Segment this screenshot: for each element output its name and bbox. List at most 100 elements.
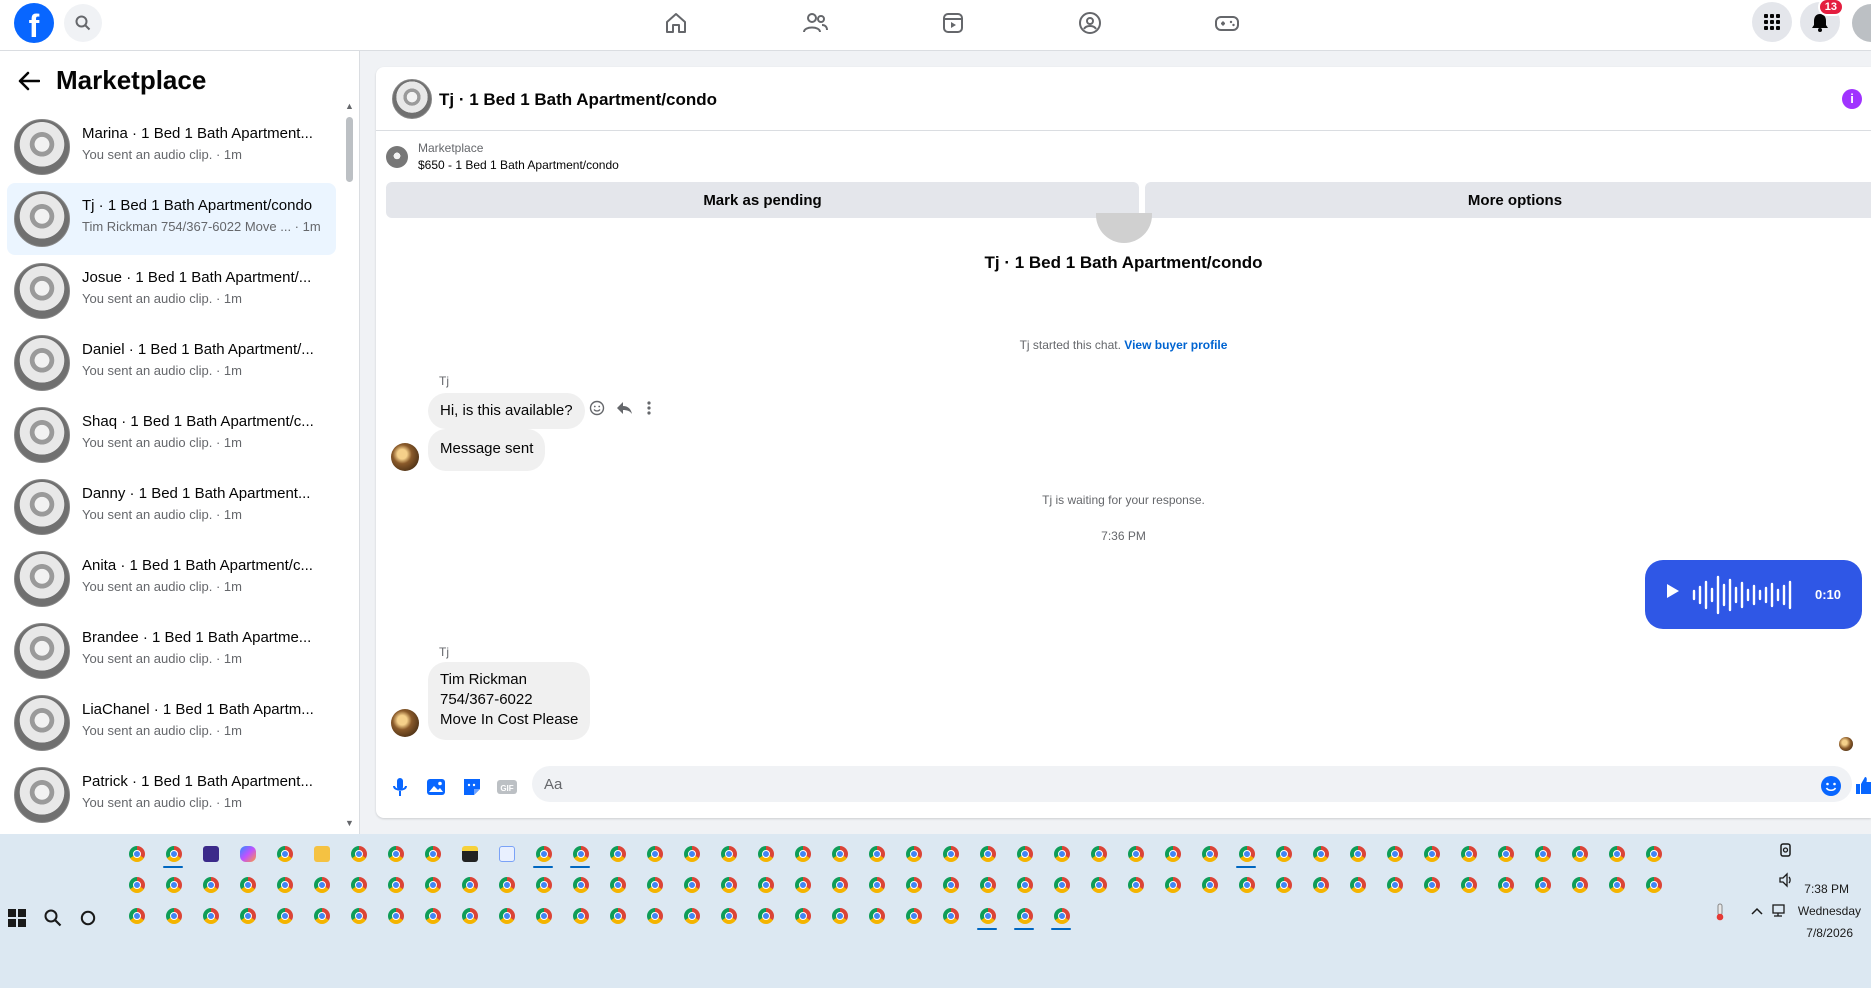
taskbar-app-button[interactable]	[784, 871, 821, 899]
taskbar-app-button[interactable]	[451, 840, 488, 868]
audio-message[interactable]: 0:10	[1645, 560, 1862, 629]
microphone-icon[interactable]	[389, 776, 411, 798]
taskbar-app-button[interactable]	[932, 902, 969, 930]
taskbar-app-button[interactable]	[747, 871, 784, 899]
view-buyer-profile-link[interactable]: View buyer profile	[1124, 338, 1227, 352]
conversation-item[interactable]: Anita · 1 Bed 1 Bath Apartment/c... You s…	[7, 543, 336, 615]
taskbar-app-button[interactable]	[155, 840, 192, 868]
sender-avatar[interactable]	[391, 709, 419, 737]
taskbar-app-button[interactable]	[525, 902, 562, 930]
taskbar-app-button[interactable]	[1043, 871, 1080, 899]
taskbar-app-button[interactable]	[710, 902, 747, 930]
account-avatar[interactable]	[1852, 4, 1871, 42]
taskbar-app-button[interactable]	[1228, 871, 1265, 899]
taskbar-app-button[interactable]	[895, 871, 932, 899]
clock-time[interactable]: 7:38 PM	[1804, 882, 1849, 896]
taskbar-app-button[interactable]	[636, 871, 673, 899]
taskbar-app-button[interactable]	[1339, 840, 1376, 868]
taskbar-app-button[interactable]	[377, 840, 414, 868]
conversation-item[interactable]: LiaChanel · 1 Bed 1 Bath Apartm... You se…	[7, 687, 336, 759]
scroll-down-arrow-icon[interactable]: ▼	[345, 818, 354, 828]
taskbar-app-button[interactable]	[118, 840, 155, 868]
taskbar-app-button[interactable]	[1006, 871, 1043, 899]
scroll-up-arrow-icon[interactable]: ▲	[345, 101, 354, 111]
taskbar-app-button[interactable]	[1191, 840, 1228, 868]
taskbar-app-button[interactable]	[525, 840, 562, 868]
chat-title[interactable]: Tj · 1 Bed 1 Bath Apartment/condo	[439, 90, 717, 110]
taskbar-app-button[interactable]	[1080, 871, 1117, 899]
taskbar-app-button[interactable]	[1117, 840, 1154, 868]
clock-date[interactable]: 7/8/2026	[1806, 926, 1853, 940]
gaming-nav-button[interactable]	[1212, 8, 1242, 38]
info-icon[interactable]: i	[1842, 89, 1862, 109]
taskbar-app-button[interactable]	[932, 840, 969, 868]
taskbar-app-button[interactable]	[1191, 871, 1228, 899]
taskbar-app-button[interactable]	[229, 902, 266, 930]
taskbar-app-button[interactable]	[858, 871, 895, 899]
taskbar-app-button[interactable]	[969, 902, 1006, 930]
taskbar-app-button[interactable]	[266, 840, 303, 868]
message-bubble[interactable]: Tim Rickman 754/367-6022 Move In Cost Pl…	[428, 662, 591, 740]
watch-nav-button[interactable]	[938, 8, 968, 38]
taskbar-app-button[interactable]	[266, 902, 303, 930]
taskbar-app-button[interactable]	[673, 871, 710, 899]
taskbar-app-button[interactable]	[710, 840, 747, 868]
chevron-up-icon[interactable]	[1750, 906, 1764, 916]
photo-icon[interactable]	[425, 776, 447, 798]
emoji-icon[interactable]	[1820, 775, 1842, 797]
taskbar-app-button[interactable]	[303, 902, 340, 930]
conversation-scrollbar[interactable]	[344, 99, 354, 819]
taskbar-app-button[interactable]	[1524, 871, 1561, 899]
taskbar-app-button[interactable]	[229, 871, 266, 899]
taskbar-app-button[interactable]	[821, 902, 858, 930]
conversation-item[interactable]: Danny · 1 Bed 1 Bath Apartment... You sen…	[7, 471, 336, 543]
taskbar-app-button[interactable]	[1561, 840, 1598, 868]
taskbar-app-button[interactable]	[1598, 840, 1635, 868]
taskbar-app-button[interactable]	[414, 840, 451, 868]
taskbar-app-button[interactable]	[599, 902, 636, 930]
cortana-icon[interactable]	[80, 910, 96, 926]
home-nav-button[interactable]	[661, 8, 691, 38]
conversation-item[interactable]: Tj · 1 Bed 1 Bath Apartment/condo Tim Ric…	[7, 183, 336, 255]
taskbar-app-button[interactable]	[1635, 871, 1672, 899]
clock-day[interactable]: Wednesday	[1798, 904, 1861, 918]
taskbar-app-button[interactable]	[1413, 871, 1450, 899]
taskbar-app-button[interactable]	[1487, 840, 1524, 868]
taskbar-app-button[interactable]	[1043, 902, 1080, 930]
taskbar-app-button[interactable]	[488, 902, 525, 930]
network-icon[interactable]	[1772, 903, 1788, 919]
taskbar-app-button[interactable]	[1376, 871, 1413, 899]
more-actions-icon[interactable]	[646, 400, 652, 416]
taskbar-app-button[interactable]	[1376, 840, 1413, 868]
conversation-item[interactable]: Daniel · 1 Bed 1 Bath Apartment/... You s…	[7, 327, 336, 399]
taskbar-app-button[interactable]	[192, 871, 229, 899]
taskbar-app-button[interactable]	[562, 840, 599, 868]
taskbar-app-button[interactable]	[303, 871, 340, 899]
taskbar-app-button[interactable]	[784, 840, 821, 868]
taskbar-app-button[interactable]	[118, 871, 155, 899]
taskbar-app-button[interactable]	[414, 902, 451, 930]
taskbar-app-button[interactable]	[229, 840, 266, 868]
taskbar-app-button[interactable]	[1080, 840, 1117, 868]
taskbar-app-button[interactable]	[969, 871, 1006, 899]
taskbar-app-button[interactable]	[562, 902, 599, 930]
taskbar-app-button[interactable]	[340, 840, 377, 868]
taskbar-app-button[interactable]	[303, 840, 340, 868]
taskbar-app-button[interactable]	[1006, 840, 1043, 868]
taskbar-app-button[interactable]	[1450, 840, 1487, 868]
taskbar-app-button[interactable]	[747, 840, 784, 868]
react-smiley-icon[interactable]	[589, 400, 605, 416]
volume-icon[interactable]	[1778, 872, 1794, 888]
windows-start-icon[interactable]	[8, 909, 26, 927]
taskbar-app-button[interactable]	[599, 871, 636, 899]
taskbar-app-button[interactable]	[377, 871, 414, 899]
taskbar-app-button[interactable]	[340, 871, 377, 899]
taskbar-app-button[interactable]	[1006, 902, 1043, 930]
taskbar-app-button[interactable]	[340, 902, 377, 930]
taskbar-app-button[interactable]	[1154, 871, 1191, 899]
taskbar-app-button[interactable]	[636, 840, 673, 868]
taskbar-app-button[interactable]	[1413, 840, 1450, 868]
search-button[interactable]	[64, 4, 102, 42]
back-arrow-icon[interactable]	[18, 71, 40, 91]
notifications-button[interactable]: 13	[1800, 0, 1844, 42]
